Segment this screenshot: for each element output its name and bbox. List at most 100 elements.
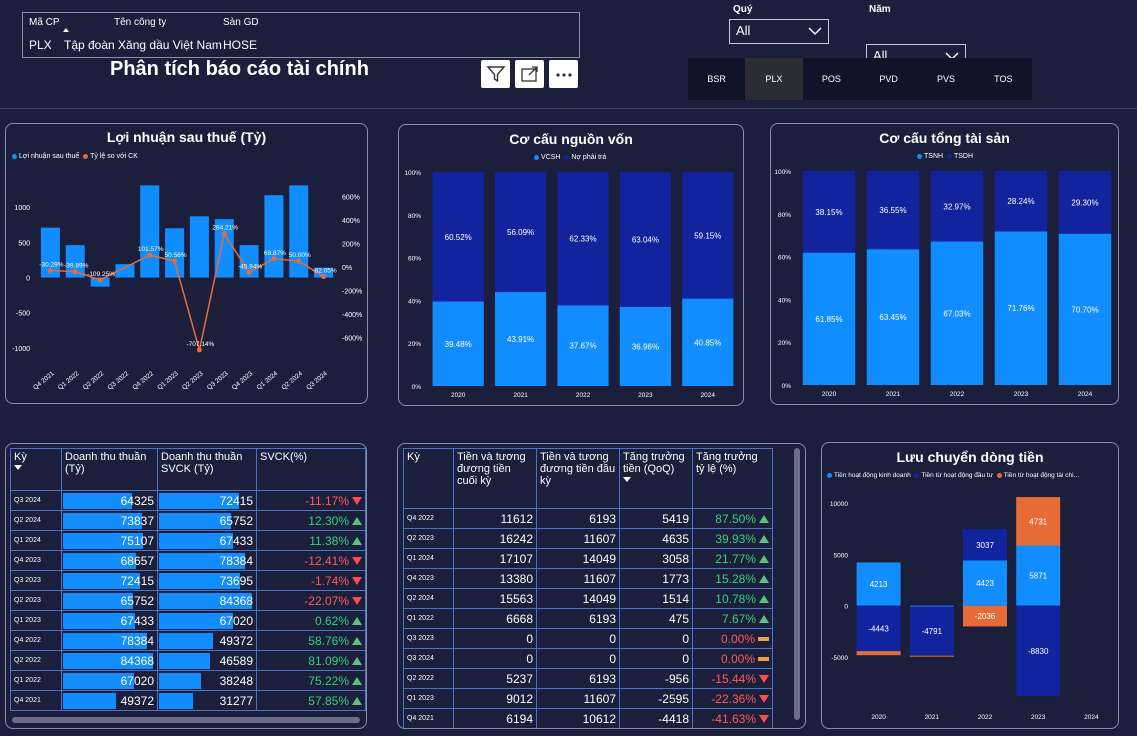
focus-mode-button[interactable] (515, 60, 544, 88)
x-tick-label: 2023 (1031, 714, 1046, 721)
table-row[interactable]: Q4 2021 6194 10612 -4418 -41.63% (403, 708, 773, 728)
segment-data-label: 56.09% (507, 228, 534, 237)
horizontal-scrollbar[interactable] (12, 717, 360, 723)
year-filter-label: Năm (869, 4, 891, 15)
quarter-filter-select[interactable]: All (729, 19, 829, 44)
cell-growth: 3058 (619, 548, 693, 569)
data-bar (159, 633, 213, 649)
sort-desc-icon[interactable] (623, 477, 631, 482)
table-row[interactable]: Q2 2023 16242 11607 4635 39.93% (403, 528, 773, 549)
profit-chart-card: Lợi nhuận sau thuế (Tỷ) Lợi nhuận sau th… (5, 123, 368, 404)
tab-bsr[interactable]: BSR (688, 58, 745, 100)
assets-chart-card: Cơ cấu tổng tài sản TSNH TSDH 100% 80% 60%… (770, 123, 1119, 405)
segment-data-label: 63.45% (879, 313, 906, 322)
table-row[interactable]: Q2 2024 73837 65752 12.30% (10, 510, 366, 531)
trend-up-icon (759, 575, 769, 584)
assets-chart-title: Cơ cấu tổng tài sản (879, 130, 1010, 146)
tab-plx[interactable]: PLX (745, 58, 803, 100)
table-row[interactable]: Q1 2022 67020 38248 75.22% (10, 670, 366, 691)
trend-up-icon (759, 555, 769, 564)
cell-beginning-cash: 14049 (536, 588, 620, 609)
revenue-header-revenue-yoy[interactable]: Doanh thu thuần SVCK (Tỷ) (157, 448, 257, 491)
y-tick: 0% (782, 383, 792, 390)
tab-pvd[interactable]: PVD (860, 58, 917, 100)
ratio-data-label: -30.29% (39, 262, 63, 269)
cash-header-growth[interactable]: Tăng trưởng tiền (QoQ) (619, 448, 693, 509)
legend-label-tsdh: TSDH (953, 153, 974, 160)
cell-period: Q1 2024 (10, 530, 62, 551)
cash-header-ending[interactable]: Tiền và tương đương tiền cuối kỳ (453, 448, 537, 509)
cell-growth: 5419 (619, 508, 693, 529)
page-title: Phân tích báo cáo tài chính (110, 58, 369, 80)
x-tick-label: Q4 2021 (32, 370, 56, 392)
cash-header-period[interactable]: Kỳ (403, 448, 454, 509)
cash-header-beginning[interactable]: Tiền và tương đương tiền đầu kỳ (536, 448, 620, 509)
profit-bar (289, 185, 309, 278)
revenue-table: Kỳ Doanh thu thuần (Tỷ) Doanh thu thuần … (10, 448, 366, 711)
trend-up-icon (759, 595, 769, 604)
table-row[interactable]: Q4 2021 49372 31277 57.85% (10, 690, 366, 711)
trend-up-icon (352, 677, 362, 686)
legend-dot-liabilities (564, 154, 570, 160)
revenue-header-svck[interactable]: SVCK(%) (256, 448, 366, 491)
cash-header-growth-pct[interactable]: Tăng trưởng tỷ lệ (%) (692, 448, 773, 509)
legend-label-operating: Tiền hoạt động kinh doanh (834, 472, 911, 479)
table-row[interactable]: Q2 2022 84368 46589 81.09% (10, 650, 366, 671)
ratio-point (321, 274, 327, 280)
cell-exchange: HOSE (223, 38, 258, 52)
legend-dot-tsdh (946, 153, 952, 159)
tab-tos[interactable]: TOS (975, 58, 1032, 100)
table-row[interactable]: Q1 2024 75107 67433 11.38% (10, 530, 366, 551)
ratio-data-label: -109.25% (87, 271, 115, 278)
table-row[interactable]: Q4 2023 13380 11607 1773 15.28% (403, 568, 773, 589)
x-tick-label: 2020 (451, 392, 466, 399)
table-row[interactable]: Q1 2024 17107 14049 3058 21.77% (403, 548, 773, 569)
data-bar (159, 673, 201, 689)
cell-growth-pct: 10.78% (692, 588, 773, 609)
segment-data-label: 43.91% (507, 335, 534, 344)
table-row[interactable]: Q2 2023 65752 84368 -22.07% (10, 590, 366, 611)
table-row[interactable]: Q3 2023 0 0 0 0.00% (403, 628, 773, 649)
cell-growth-pct: 0.00% (692, 628, 773, 649)
table-row[interactable]: Q1 2023 9012 11607 -2595 -22.36% (403, 688, 773, 709)
y-tick: 60% (778, 255, 791, 262)
ratio-data-label: -45.94% (238, 263, 262, 270)
flow-data-label: 3037 (976, 541, 994, 550)
cell-period: Q4 2021 (10, 690, 62, 711)
more-options-button[interactable] (549, 60, 578, 88)
revenue-header-revenue[interactable]: Doanh thu thuần (Tỷ) (61, 448, 158, 491)
vertical-scrollbar[interactable] (794, 448, 800, 720)
table-row[interactable]: Q2 2024 15563 14049 1514 10.78% (403, 588, 773, 609)
segment-data-label: 61.85% (815, 315, 842, 324)
capital-chart-title: Cơ cấu nguồn vốn (509, 131, 633, 147)
header-ma-cp[interactable]: Mã CP (29, 17, 60, 28)
revenue-header-period-label: Kỳ (14, 451, 27, 463)
tab-pos[interactable]: POS (803, 58, 860, 100)
table-row[interactable]: Q4 2023 68657 78384 -12.41% (10, 550, 366, 571)
trend-up-icon (759, 615, 769, 624)
cell-growth-pct: 39.93% (692, 528, 773, 549)
header-san-gd[interactable]: Sàn GD (223, 17, 259, 28)
revenue-header-period[interactable]: Kỳ (10, 448, 62, 491)
legend-dot-operating (827, 472, 832, 478)
table-row[interactable]: Q3 2023 72415 73695 -1.74% (10, 570, 366, 591)
filter-button[interactable] (481, 60, 510, 88)
table-row[interactable]: Q2 2022 5237 6193 -956 -15.44% (403, 668, 773, 689)
table-row[interactable]: Q3 2024 0 0 0 0.00% (403, 648, 773, 669)
sort-asc-icon[interactable] (63, 28, 69, 32)
cell-ending-cash: 16242 (453, 528, 537, 549)
cell-beginning-cash: 11607 (536, 528, 620, 549)
table-row[interactable]: Q1 2022 6668 6193 475 7.67% (403, 608, 773, 629)
header-ten-cong-ty[interactable]: Tên công ty (114, 17, 166, 28)
assets-legend: TSNH TSDH (917, 153, 973, 160)
cell-period: Q4 2023 (403, 568, 454, 589)
sort-desc-icon[interactable] (14, 465, 22, 470)
tab-pvs[interactable]: PVS (917, 58, 974, 100)
capital-chart-svg: 100% 80% 60% 40% 20% 0% 39.48% 60.52% 2020 43.91%… (404, 170, 734, 399)
table-row[interactable]: Q3 2024 64325 72415 -11.17% (10, 490, 366, 511)
assets-chart-svg: 100% 80% 60% 40% 20% 0% 61.85% 38.15% 2020 63.45%… (774, 169, 1112, 398)
table-row[interactable]: Q4 2022 78384 49372 58.76% (10, 630, 366, 651)
table-row[interactable]: Q4 2022 11612 6193 5419 87.50% (403, 508, 773, 529)
cell-growth-pct: -15.44% (692, 668, 773, 689)
table-row[interactable]: Q1 2023 67433 67020 0.62% (10, 610, 366, 631)
